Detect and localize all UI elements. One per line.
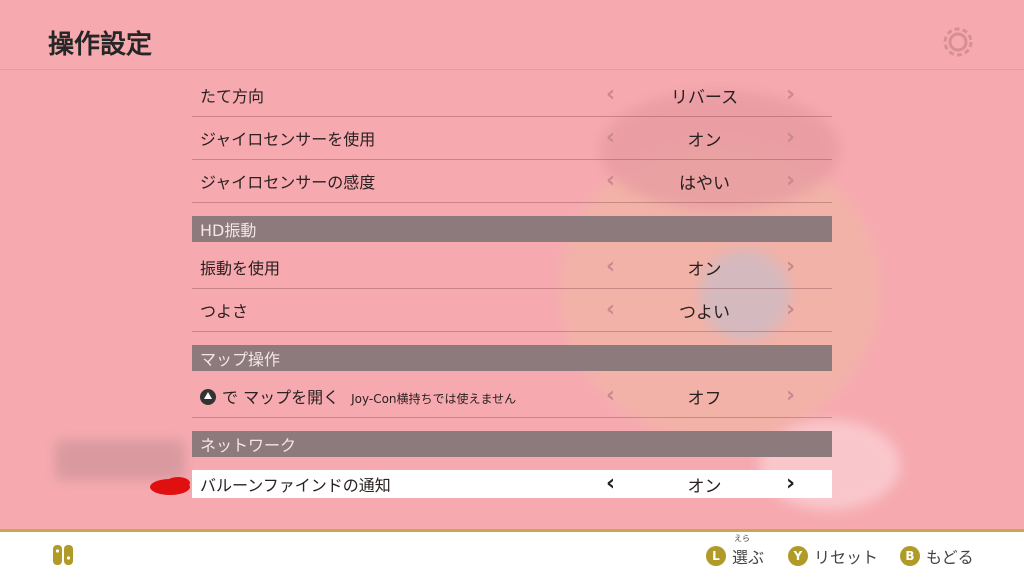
section-header-network: ネットワーク bbox=[192, 431, 832, 457]
arrow-left-icon[interactable]: ‹ bbox=[606, 82, 615, 107]
footer: L えら 選ぶ Y リセット B もどる bbox=[0, 529, 1024, 579]
setting-row-balloon-notification[interactable]: バルーンファインドの通知 ‹ オン › bbox=[192, 470, 832, 498]
hint-label: もどる bbox=[926, 548, 974, 567]
setting-label: 振動を使用 bbox=[200, 259, 281, 278]
hint-label: リセット bbox=[814, 548, 879, 567]
header: 操作設定 bbox=[0, 0, 1024, 70]
x-button-icon bbox=[200, 389, 216, 405]
joycon-icon bbox=[53, 545, 73, 565]
settings-list: たて方向 ‹ リバース › ジャイロセンサーを使用 ‹ オン › ジャイロセンサ… bbox=[192, 74, 832, 498]
l-button-icon: L bbox=[706, 546, 726, 566]
gear-icon[interactable] bbox=[940, 24, 976, 60]
section-label: ネットワーク bbox=[200, 436, 297, 455]
section-header-map-controls: マップ操作 bbox=[192, 345, 832, 371]
setting-label: たて方向 bbox=[200, 87, 265, 106]
hint-label: 選ぶ bbox=[732, 548, 765, 567]
arrow-left-icon[interactable]: ‹ bbox=[606, 383, 615, 408]
arrow-left-icon[interactable]: ‹ bbox=[606, 297, 615, 322]
y-button-icon: Y bbox=[788, 546, 808, 566]
setting-row-open-map[interactable]: で マップを開く Joy-Con横持ちでは使えません ‹ オフ › bbox=[192, 375, 832, 418]
hint-back[interactable]: B もどる bbox=[900, 544, 974, 568]
section-header-hd-rumble: HD振動 bbox=[192, 216, 832, 242]
setting-row-gyro-use[interactable]: ジャイロセンサーを使用 ‹ オン › bbox=[192, 117, 832, 160]
arrow-left-icon[interactable]: ‹ bbox=[606, 471, 615, 496]
setting-label: つよさ bbox=[200, 302, 249, 321]
setting-value: オン bbox=[687, 130, 722, 151]
setting-value: オン bbox=[687, 259, 722, 280]
arrow-right-icon[interactable]: › bbox=[786, 168, 795, 193]
arrow-right-icon[interactable]: › bbox=[786, 254, 795, 279]
arrow-right-icon[interactable]: › bbox=[786, 471, 795, 496]
setting-row-gyro-sensitivity[interactable]: ジャイロセンサーの感度 ‹ はやい › bbox=[192, 160, 832, 203]
arrow-left-icon[interactable]: ‹ bbox=[606, 168, 615, 193]
arrow-right-icon[interactable]: › bbox=[786, 125, 795, 150]
arrow-right-icon[interactable]: › bbox=[786, 82, 795, 107]
b-button-icon: B bbox=[900, 546, 920, 566]
selection-cursor-icon bbox=[150, 477, 190, 495]
setting-label: で マップを開く bbox=[222, 388, 340, 407]
setting-value: つよい bbox=[679, 302, 730, 323]
setting-value: オン bbox=[687, 476, 722, 497]
arrow-left-icon[interactable]: ‹ bbox=[606, 254, 615, 279]
setting-value: オフ bbox=[687, 388, 722, 409]
setting-value: リバース bbox=[670, 87, 739, 108]
setting-label: ジャイロセンサーを使用 bbox=[200, 130, 376, 149]
setting-label-container: で マップを開く Joy-Con横持ちでは使えません bbox=[200, 384, 516, 408]
section-label: マップ操作 bbox=[200, 350, 281, 369]
hint-ruby: えら bbox=[734, 534, 750, 543]
setting-row-vertical-direction[interactable]: たて方向 ‹ リバース › bbox=[192, 74, 832, 117]
hint-select[interactable]: L えら 選ぶ bbox=[706, 534, 765, 568]
setting-row-rumble-use[interactable]: 振動を使用 ‹ オン › bbox=[192, 246, 832, 289]
setting-note: Joy-Con横持ちでは使えません bbox=[351, 392, 517, 406]
setting-value: はやい bbox=[679, 173, 730, 194]
hint-reset[interactable]: Y リセット bbox=[788, 544, 878, 568]
section-label: HD振動 bbox=[200, 221, 257, 240]
page-title: 操作設定 bbox=[48, 30, 153, 60]
arrow-right-icon[interactable]: › bbox=[786, 297, 795, 322]
setting-row-rumble-strength[interactable]: つよさ ‹ つよい › bbox=[192, 289, 832, 332]
arrow-left-icon[interactable]: ‹ bbox=[606, 125, 615, 150]
arrow-right-icon[interactable]: › bbox=[786, 383, 795, 408]
background-button bbox=[55, 440, 185, 480]
setting-label: ジャイロセンサーの感度 bbox=[200, 173, 376, 192]
setting-label: バルーンファインドの通知 bbox=[200, 476, 391, 495]
